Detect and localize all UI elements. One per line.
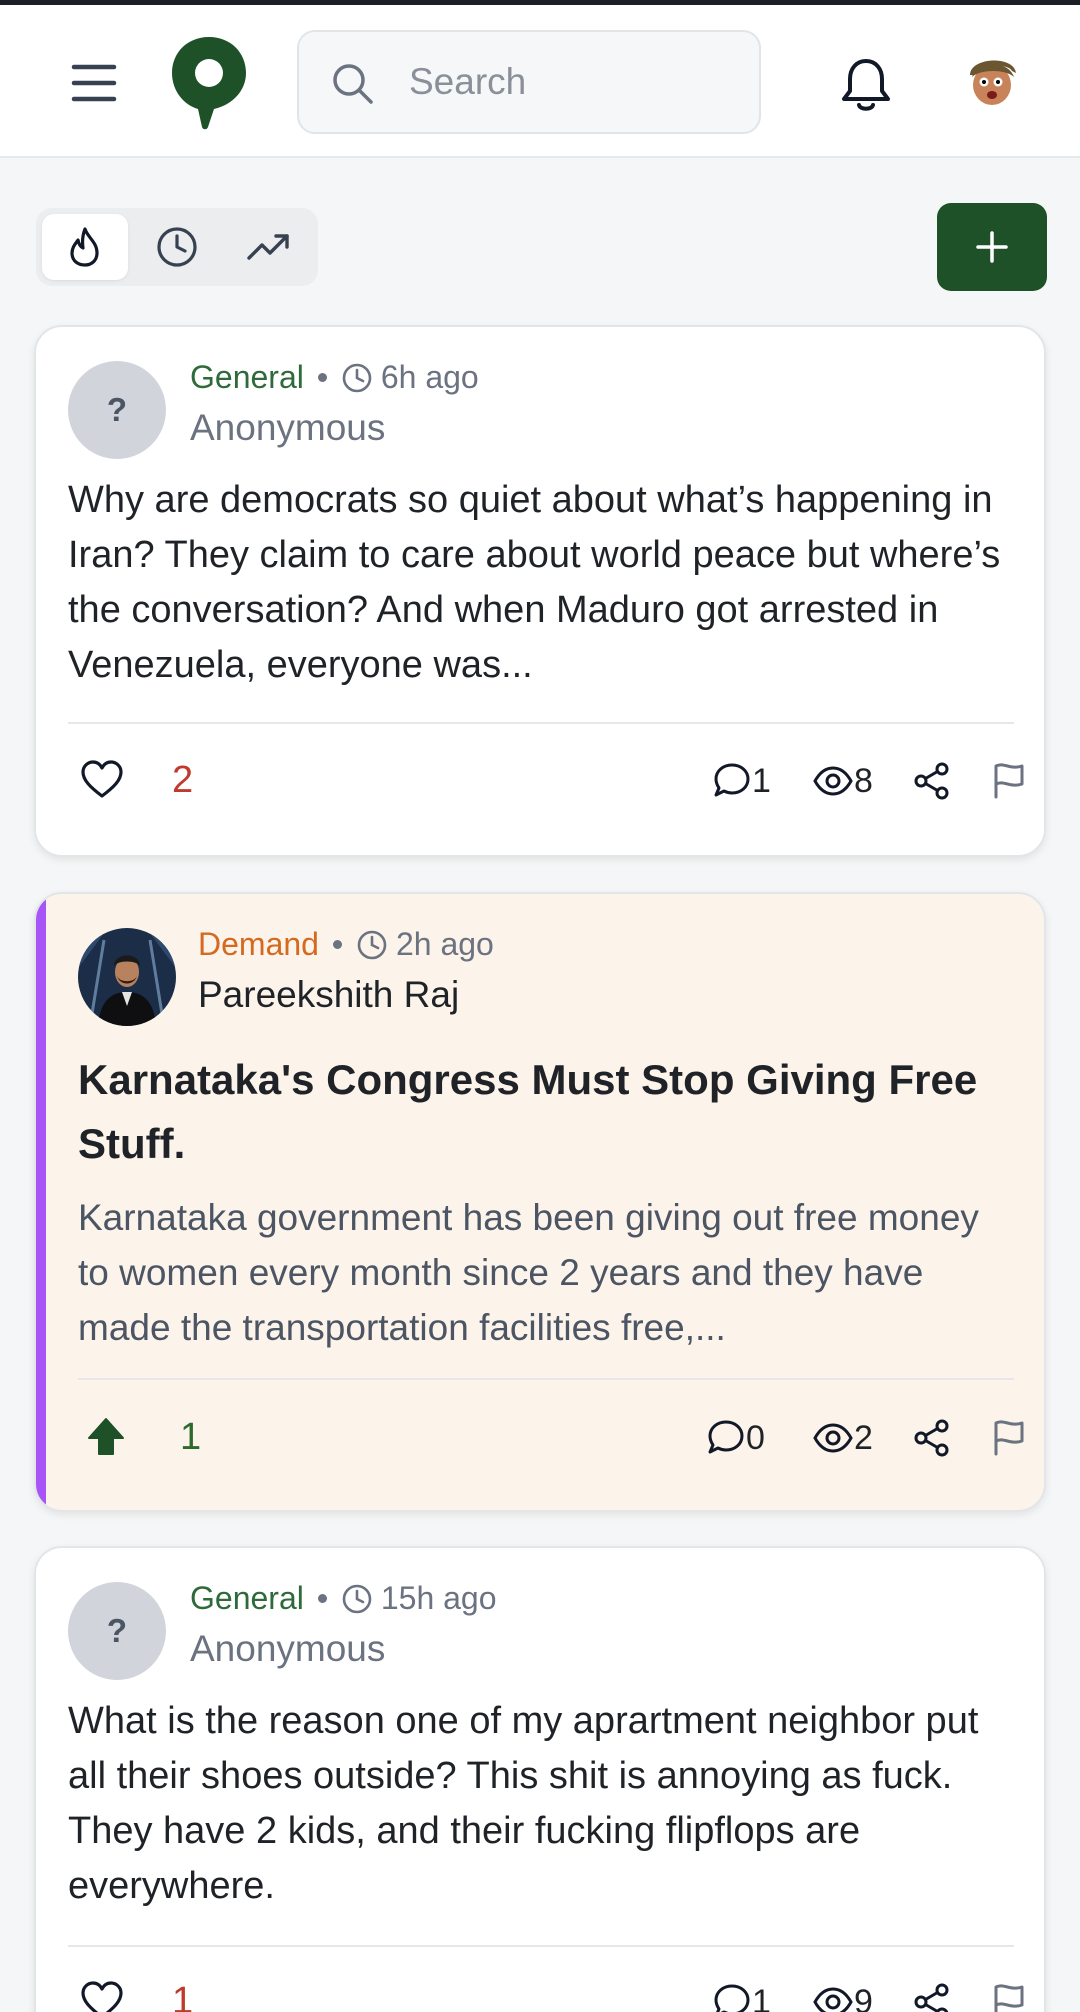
share-button[interactable] bbox=[912, 1982, 952, 2012]
comment-count: 1 bbox=[752, 761, 771, 800]
notifications-bell-icon[interactable] bbox=[838, 55, 894, 115]
share-button[interactable] bbox=[912, 1418, 952, 1458]
upvote-count: 1 bbox=[180, 1416, 202, 1458]
category-label[interactable]: General bbox=[190, 359, 304, 396]
views-indicator: 9 bbox=[812, 1982, 873, 2012]
app-header bbox=[0, 5, 1080, 158]
author-avatar[interactable] bbox=[78, 928, 176, 1026]
eye-icon bbox=[813, 766, 853, 796]
post-timestamp: 6h ago bbox=[380, 359, 479, 395]
comments-button[interactable]: 0 bbox=[706, 1418, 765, 1458]
like-button[interactable] bbox=[80, 759, 124, 799]
hamburger-menu-icon[interactable] bbox=[68, 57, 120, 109]
post-actions: 1 1 9 bbox=[68, 1968, 1024, 2012]
post-actions: 2 1 8 bbox=[68, 747, 1024, 817]
share-icon bbox=[914, 1983, 949, 2012]
report-button[interactable] bbox=[990, 761, 1028, 801]
share-icon bbox=[914, 762, 949, 800]
views-indicator: 8 bbox=[812, 761, 873, 801]
like-count: 2 bbox=[172, 759, 194, 801]
views-indicator: 2 bbox=[812, 1418, 873, 1458]
search-icon bbox=[333, 64, 373, 104]
avatar-placeholder-text: ? bbox=[106, 391, 128, 428]
heart-icon bbox=[81, 760, 123, 798]
report-button[interactable] bbox=[990, 1418, 1028, 1458]
app-logo-icon[interactable] bbox=[170, 35, 248, 131]
like-count: 1 bbox=[172, 1980, 194, 2012]
avatar-placeholder-text: ? bbox=[106, 1612, 128, 1649]
create-post-button[interactable] bbox=[937, 203, 1047, 291]
demand-accent-bar bbox=[36, 894, 46, 1510]
trending-up-icon bbox=[247, 234, 289, 260]
flag-icon bbox=[994, 1420, 1024, 1456]
like-button[interactable] bbox=[80, 1980, 124, 2012]
author-name: Anonymous bbox=[190, 1628, 386, 1669]
comment-count: 1 bbox=[752, 1982, 771, 2012]
heart-icon bbox=[81, 1981, 123, 2012]
upvote-arrow-icon bbox=[88, 1418, 124, 1455]
comment-bubble-icon bbox=[714, 1984, 750, 2012]
flag-icon bbox=[994, 763, 1024, 799]
clock-icon bbox=[357, 930, 387, 959]
post-meta: General 6h ago bbox=[190, 359, 479, 396]
feed-sort-tabs bbox=[36, 208, 318, 286]
post-body[interactable]: What is the reason one of my aprartment … bbox=[68, 1694, 1018, 1914]
tab-trending[interactable] bbox=[226, 214, 312, 280]
report-button[interactable] bbox=[990, 1982, 1028, 2012]
anonymous-avatar: ? bbox=[68, 1582, 166, 1680]
author-name: Anonymous bbox=[190, 407, 386, 448]
separator-dot bbox=[317, 1594, 327, 1603]
post-timestamp: 15h ago bbox=[380, 1580, 497, 1616]
anonymous-avatar: ? bbox=[68, 361, 166, 459]
post-title[interactable]: Karnataka's Congress Must Stop Giving Fr… bbox=[78, 1048, 1008, 1176]
comment-count: 0 bbox=[746, 1418, 765, 1457]
demand-post-card[interactable]: Demand 2h ago Pareekshith Raj Karnataka'… bbox=[34, 892, 1046, 1512]
comment-bubble-icon bbox=[708, 1420, 744, 1454]
clock-icon bbox=[157, 227, 197, 267]
search-bar[interactable] bbox=[297, 30, 761, 134]
view-count: 8 bbox=[854, 761, 873, 800]
post-excerpt[interactable]: Karnataka government has been giving out… bbox=[78, 1190, 1008, 1355]
divider bbox=[68, 722, 1014, 724]
post-meta: General 15h ago bbox=[190, 1580, 497, 1617]
category-label[interactable]: General bbox=[190, 1580, 304, 1617]
post-meta: Demand 2h ago bbox=[198, 926, 494, 963]
tab-recent[interactable] bbox=[134, 214, 220, 280]
plus-icon bbox=[976, 231, 1008, 263]
tab-hot[interactable] bbox=[42, 214, 128, 280]
upvote-button[interactable] bbox=[86, 1416, 126, 1458]
comment-bubble-icon bbox=[714, 763, 750, 797]
flag-icon bbox=[994, 1984, 1024, 2012]
divider bbox=[68, 1945, 1014, 1947]
post-card[interactable]: ? General 6h ago Anonymous Why are democ… bbox=[34, 325, 1046, 857]
view-count: 9 bbox=[854, 1982, 873, 2012]
search-input[interactable] bbox=[409, 32, 739, 132]
eye-icon bbox=[813, 1423, 853, 1453]
comments-button[interactable]: 1 bbox=[712, 761, 771, 801]
category-label[interactable]: Demand bbox=[198, 926, 319, 963]
eye-icon bbox=[813, 1987, 853, 2012]
post-timestamp: 2h ago bbox=[395, 926, 494, 962]
clock-icon bbox=[342, 1584, 372, 1613]
clock-icon bbox=[342, 363, 372, 392]
share-icon bbox=[914, 1419, 949, 1457]
flame-icon bbox=[70, 227, 99, 267]
share-button[interactable] bbox=[912, 761, 952, 801]
divider bbox=[78, 1378, 1014, 1380]
post-body[interactable]: Why are democrats so quiet about what’s … bbox=[68, 473, 1018, 693]
comments-button[interactable]: 1 bbox=[712, 1982, 771, 2012]
post-card[interactable]: ? General 15h ago Anonymous What is the … bbox=[34, 1546, 1046, 2012]
view-count: 2 bbox=[854, 1418, 873, 1457]
post-actions: 1 0 2 bbox=[68, 1402, 1024, 1472]
author-name[interactable]: Pareekshith Raj bbox=[198, 974, 459, 1016]
separator-dot bbox=[317, 373, 327, 382]
user-avatar[interactable] bbox=[962, 49, 1022, 109]
separator-dot bbox=[332, 940, 342, 949]
